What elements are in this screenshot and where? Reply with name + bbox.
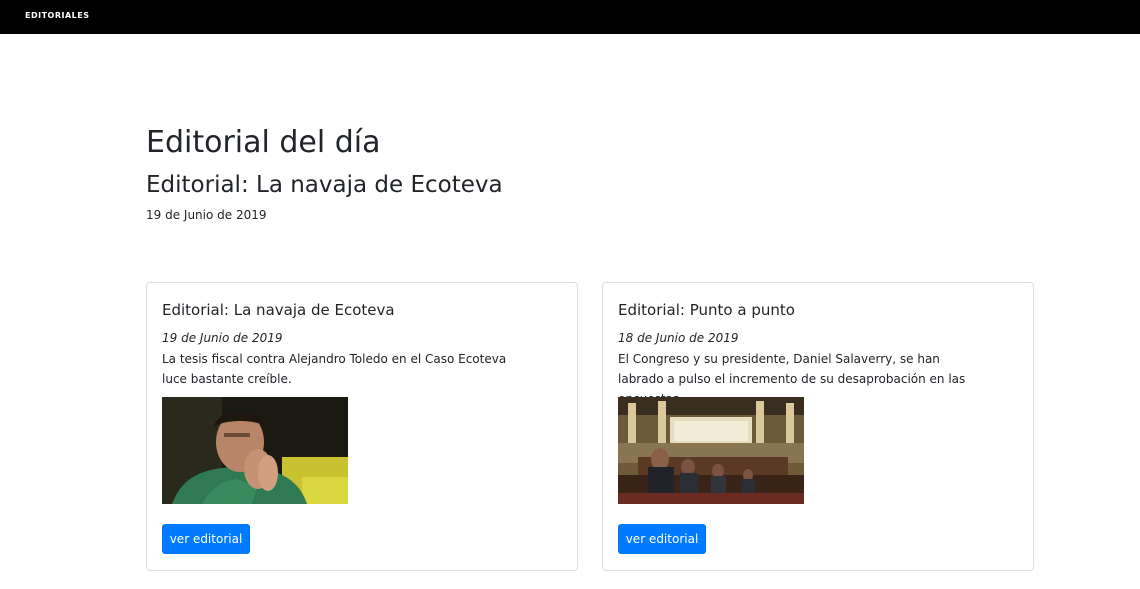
editorial-card-punto-a-punto: Editorial: Punto a punto 18 de Junio de … [602,282,1034,571]
editorial-card-ecoteva: Editorial: La navaja de Ecoteva 19 de Ju… [146,282,578,571]
card-title: Editorial: Punto a punto [618,301,795,319]
card-date: 19 de Junio de 2019 [162,331,283,345]
ver-editorial-button[interactable]: ver editorial [162,524,250,554]
card-date: 18 de Junio de 2019 [618,331,739,345]
card-photo-toledo [162,397,348,504]
top-navbar: EDITORIALES [0,0,1140,34]
photo-illustration [162,397,348,504]
card-title: Editorial: La navaja de Ecoteva [162,301,395,319]
page-heading: Editorial del día [146,125,381,160]
ver-editorial-button[interactable]: ver editorial [618,524,706,554]
photo-illustration [618,397,804,504]
featured-editorial-title: Editorial: La navaja de Ecoteva [146,172,503,198]
featured-editorial-date: 19 de Junio de 2019 [146,208,267,222]
brand-link[interactable]: EDITORIALES [25,11,90,20]
card-summary: La tesis fiscal contra Alejandro Toledo … [162,352,507,386]
card-photo-congreso [618,397,804,504]
